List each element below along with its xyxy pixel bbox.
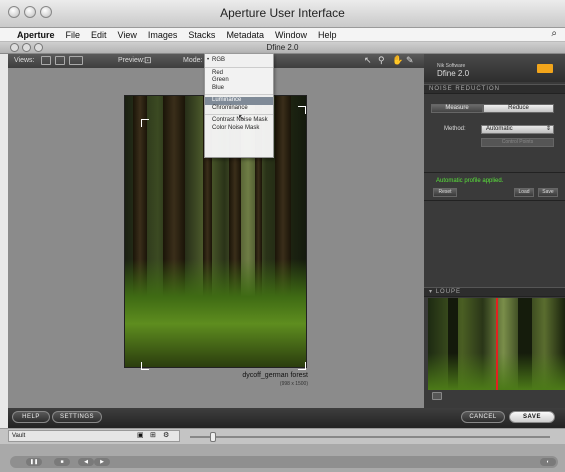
menu-file[interactable]: File <box>66 30 81 40</box>
single-view-icon[interactable] <box>41 56 51 65</box>
loupe-pin-icon[interactable] <box>432 392 442 400</box>
chevron-down-icon: ⇕ <box>545 126 551 132</box>
reduce-tab[interactable]: Reduce <box>483 104 554 113</box>
previous-icon[interactable]: ◀ <box>78 458 94 466</box>
expand-triangle-icon: ▾ <box>429 289 436 295</box>
thumbnail-size-slider[interactable] <box>190 436 550 438</box>
split-view-icon[interactable] <box>55 56 65 65</box>
vault-update-icon[interactable]: ⊞ <box>150 431 156 441</box>
vault-panel[interactable]: Vault ▣ ⊞ ⚙ <box>8 430 180 442</box>
method-value: Automatic <box>486 126 513 132</box>
pause-icon[interactable]: ❚❚ <box>26 458 42 466</box>
mouse-cursor-icon: ↖ <box>238 113 245 122</box>
measure-tab[interactable]: Measure <box>431 104 483 113</box>
menu-separator <box>205 94 273 95</box>
spotlight-search-icon[interactable]: ⌕ <box>551 28 557 39</box>
vault-icon[interactable]: ▣ <box>137 431 144 441</box>
photo-dimensions: (998 x 1500) <box>279 381 308 387</box>
menu-window[interactable]: Window <box>275 30 307 40</box>
menu-metadata[interactable]: Metadata <box>226 30 264 40</box>
save-settings-button[interactable]: Save <box>538 188 558 197</box>
menu-separator <box>205 66 273 68</box>
settings-button[interactable]: SETTINGS <box>52 411 102 423</box>
preview-label: Preview: <box>118 57 145 64</box>
eyedropper-tool-icon[interactable]: ✎ <box>406 55 414 66</box>
crop-mark-icon <box>141 119 149 127</box>
divider <box>424 200 565 201</box>
menu-item-color-noise-mask[interactable]: Color Noise Mask <box>205 125 273 133</box>
menu-item-red[interactable]: Red <box>205 70 273 78</box>
method-select[interactable]: Automatic ⇕ <box>481 125 554 134</box>
vault-options-icon[interactable]: ⚙ <box>163 431 169 441</box>
save-button[interactable]: SAVE <box>509 411 555 423</box>
noise-reduction-header[interactable]: NOISE REDUCTION <box>424 84 565 94</box>
mode-dropdown-menu[interactable]: • RGB Red Green Blue Luminance Chrominanc… <box>204 53 274 158</box>
next-icon[interactable]: ▶ <box>94 458 110 466</box>
method-label: Method: <box>444 126 466 132</box>
load-button[interactable]: Load <box>514 188 534 197</box>
side-by-side-view-icon[interactable] <box>69 56 83 65</box>
preview-toggle-icon[interactable]: ⊡ <box>144 55 152 66</box>
menu-view[interactable]: View <box>118 30 137 40</box>
menu-item-rgb[interactable]: • RGB <box>205 57 273 65</box>
zoom-tool-icon[interactable]: ⚲ <box>378 55 385 66</box>
window-title: Aperture User Interface <box>220 6 345 20</box>
loupe-header[interactable]: ▾ LOUPE <box>424 287 565 297</box>
crop-mark-icon <box>298 362 306 370</box>
menu-images[interactable]: Images <box>148 30 178 40</box>
menu-item-chrominance[interactable]: Chrominance <box>205 105 273 113</box>
control-points-button[interactable]: Control Points <box>481 138 554 147</box>
hand-tool-icon[interactable]: ✋ <box>392 55 403 66</box>
pointer-tool-icon[interactable]: ↖ <box>364 55 372 66</box>
vault-label: Vault <box>12 433 26 439</box>
menu-item-blue[interactable]: Blue <box>205 85 273 93</box>
menu-item-luminance[interactable]: Luminance <box>205 97 273 105</box>
menu-item-green[interactable]: Green <box>205 77 273 85</box>
stop-icon[interactable]: ■ <box>54 458 70 466</box>
slider-knob[interactable] <box>210 432 216 442</box>
product-name: Dfine 2.0 <box>437 69 470 78</box>
menu-help[interactable]: Help <box>318 30 337 40</box>
menu-bar: Aperture File Edit View Images Stacks Me… <box>0 28 565 42</box>
mode-label: Mode: <box>183 57 203 64</box>
cancel-button[interactable]: CANCEL <box>461 411 505 423</box>
control-options-icon[interactable]: ◐ <box>540 458 556 466</box>
profile-status-text: Automatic profile applied. <box>436 178 504 184</box>
nik-logo-icon <box>537 64 553 73</box>
menu-stacks[interactable]: Stacks <box>188 30 215 40</box>
photo-caption: dycoff_german forest (998 x 1500) <box>200 372 308 388</box>
views-label: Views: <box>14 57 35 64</box>
menu-aperture[interactable]: Aperture <box>17 30 55 40</box>
help-button[interactable]: HELP <box>12 411 50 423</box>
crop-mark-icon <box>141 362 149 370</box>
loupe-split-line[interactable] <box>496 298 498 390</box>
plugin-title: Dfine 2.0 <box>266 43 299 52</box>
reset-button[interactable]: Reset <box>433 188 457 197</box>
crop-mark-icon <box>298 106 306 114</box>
menu-edit[interactable]: Edit <box>91 30 107 40</box>
divider <box>424 172 565 173</box>
photo-filename: dycoff_german forest <box>242 372 308 379</box>
